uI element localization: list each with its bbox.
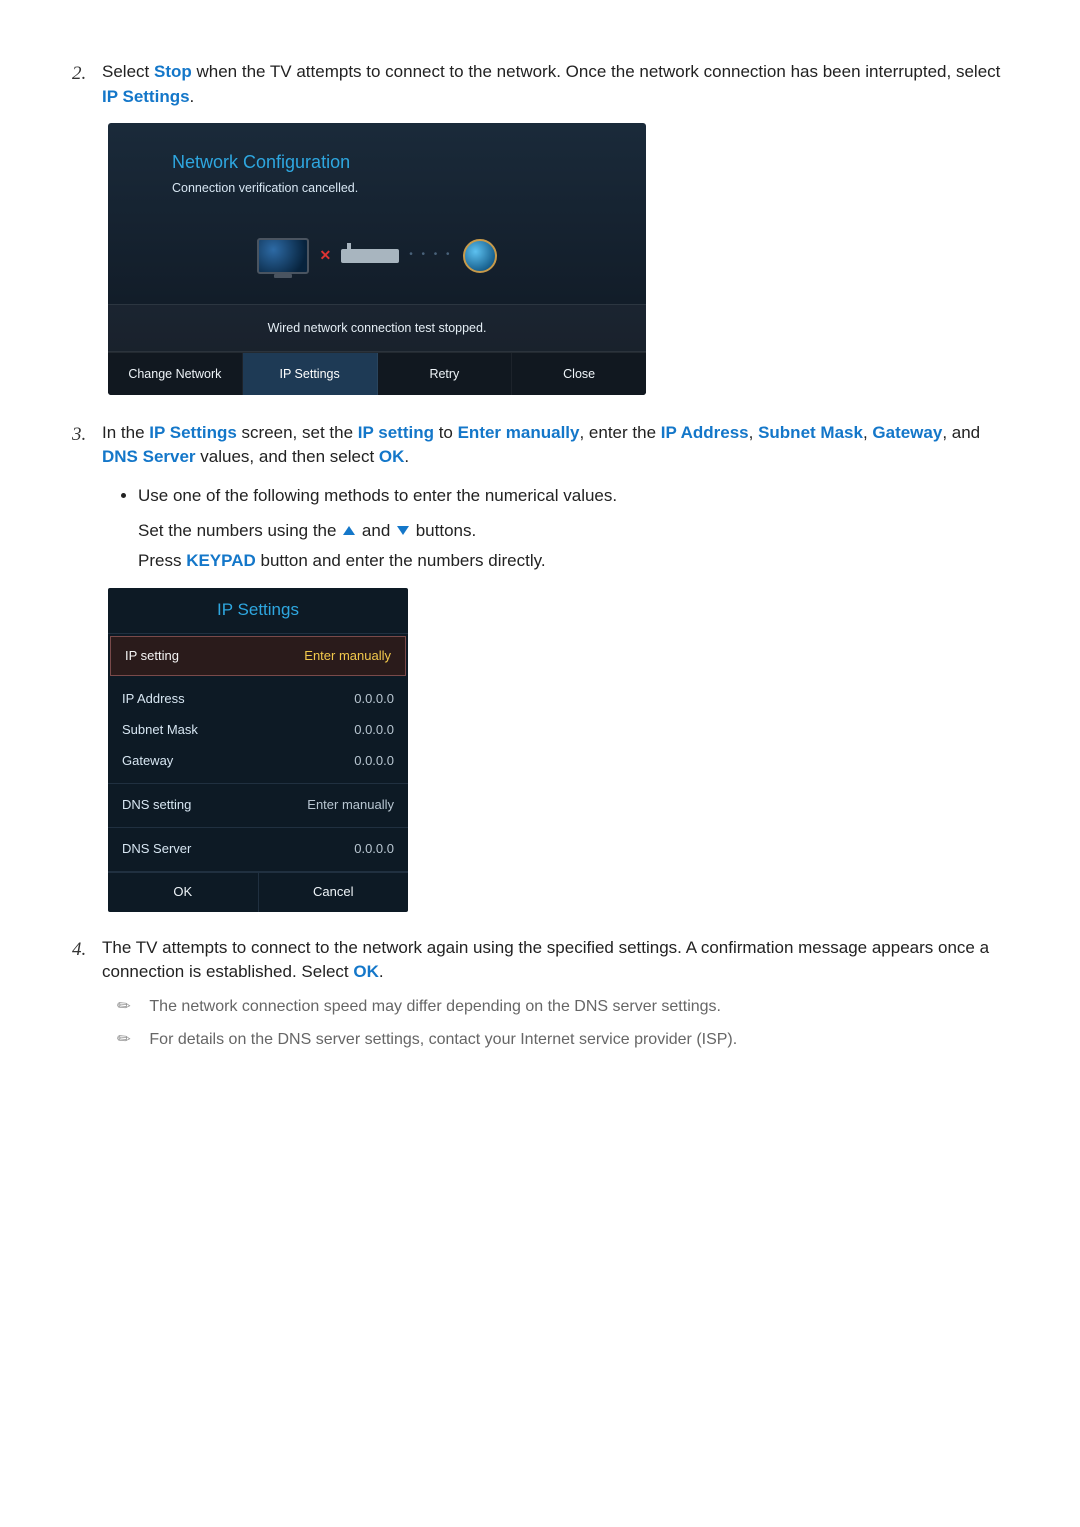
ip-address-row[interactable]: IP Address 0.0.0.0 [108, 684, 408, 715]
pencil-icon: ✎ [112, 993, 137, 1019]
ok-button[interactable]: OK [108, 873, 259, 912]
pencil-icon: ✎ [112, 1026, 137, 1052]
cancel-button[interactable]: Cancel [259, 873, 409, 912]
step-4: 4. The TV attempts to connect to the net… [60, 936, 1020, 1052]
panel1-buttons: Change Network IP Settings Retry Close [108, 352, 646, 395]
step-3: 3. In the IP Settings screen, set the IP… [60, 421, 1020, 912]
change-network-button[interactable]: Change Network [108, 353, 243, 395]
ip-settings-button[interactable]: IP Settings [243, 353, 378, 395]
panel1-status: Wired network connection test stopped. [108, 304, 646, 352]
step-number: 4. [72, 936, 86, 964]
monitor-icon [257, 238, 309, 274]
retry-button[interactable]: Retry [378, 353, 513, 395]
subnet-mask-row[interactable]: Subnet Mask 0.0.0.0 [108, 715, 408, 746]
step-number: 2. [72, 60, 86, 88]
close-button[interactable]: Close [512, 353, 646, 395]
gateway-row[interactable]: Gateway 0.0.0.0 [108, 746, 408, 777]
step-2-text: Select Stop when the TV attempts to conn… [102, 60, 1020, 109]
step-number: 3. [72, 421, 86, 449]
connection-dots-icon: • • • • [409, 248, 452, 263]
router-icon [341, 249, 399, 263]
step3-sub2: Press KEYPAD button and enter the number… [138, 549, 1020, 574]
keyword-stop: Stop [154, 62, 192, 81]
keyword-keypad: KEYPAD [186, 551, 256, 570]
panel2-title: IP Settings [108, 588, 408, 634]
globe-icon [463, 239, 497, 273]
step3-bullet: Use one of the following methods to ente… [138, 484, 1020, 509]
step-3-text: In the IP Settings screen, set the IP se… [102, 421, 1020, 470]
step3-sub1: Set the numbers using the and buttons. [138, 519, 1020, 544]
ip-setting-row[interactable]: IP setting Enter manually [110, 636, 406, 677]
triangle-down-icon [397, 526, 409, 535]
step-4-text: The TV attempts to connect to the networ… [102, 936, 1020, 985]
network-config-panel: Network Configuration Connection verific… [108, 123, 646, 394]
x-icon: ✕ [319, 245, 331, 265]
panel1-subtitle: Connection verification cancelled. [172, 179, 582, 197]
ip-settings-panel: IP Settings IP setting Enter manually IP… [108, 588, 408, 912]
ip-setting-label: IP setting [125, 647, 179, 666]
step-2: 2. Select Stop when the TV attempts to c… [60, 60, 1020, 395]
dns-setting-row[interactable]: DNS setting Enter manually [108, 790, 408, 821]
note-1: ✎ The network connection speed may diffe… [118, 995, 1020, 1018]
ip-setting-value: Enter manually [304, 647, 391, 666]
note-2: ✎ For details on the DNS server settings… [118, 1028, 1020, 1051]
triangle-up-icon [343, 526, 355, 535]
network-diagram: ✕ • • • • [108, 204, 646, 304]
panel1-title: Network Configuration [172, 149, 582, 175]
keyword-ok: OK [353, 962, 379, 981]
dns-server-row[interactable]: DNS Server 0.0.0.0 [108, 834, 408, 865]
keyword-ip-settings: IP Settings [102, 87, 190, 106]
